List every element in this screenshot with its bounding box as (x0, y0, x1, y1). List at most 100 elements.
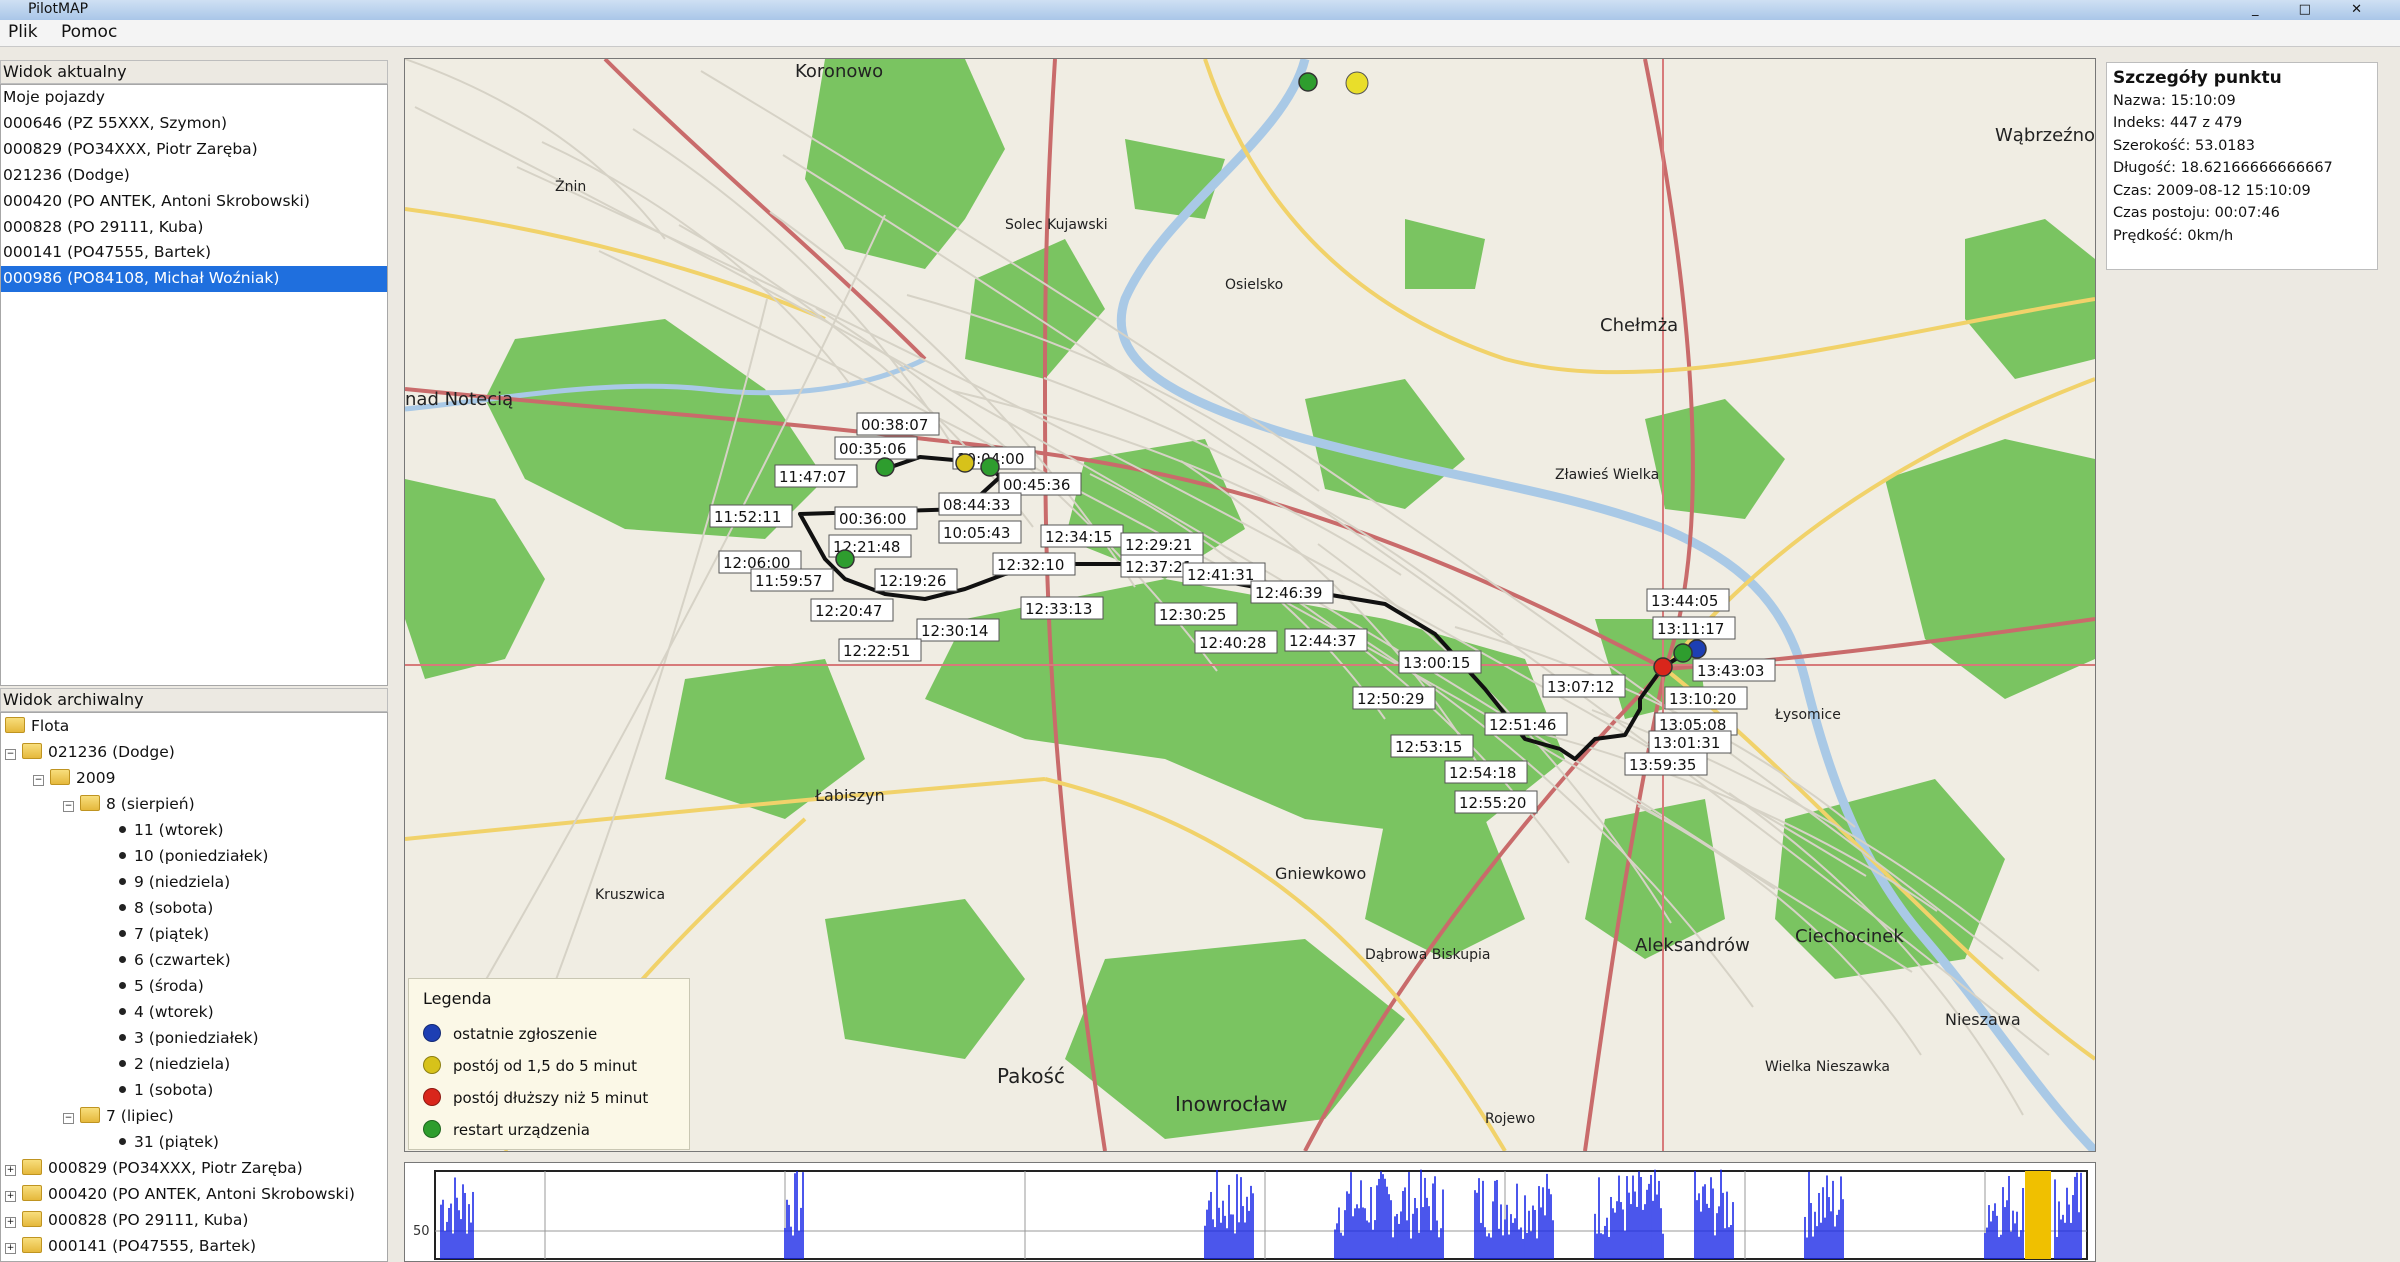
tree-day[interactable]: 1 (sobota) (1, 1077, 387, 1103)
track-time-label[interactable]: 13:07:12 (1542, 674, 1626, 698)
track-time-label[interactable]: 12:54:18 (1444, 760, 1528, 784)
point-details-title: Szczegóły punktu (2113, 68, 2282, 88)
tree-vehicle[interactable]: +000141 (PO47555, Bartek) (1, 1233, 387, 1259)
vehicle-item[interactable]: 000420 (PO ANTEK, Antoni Skrobowski) (1, 189, 387, 215)
track-time-label[interactable]: 13:01:31 (1648, 730, 1732, 754)
tree-day[interactable]: 2 (niedziela) (1, 1051, 387, 1077)
tree-month-aug[interactable]: − 8 (sierpień) (1, 791, 387, 817)
vehicle-item[interactable]: 000141 (PO47555, Bartek) (1, 240, 387, 266)
track-time-label[interactable]: 12:46:39 (1250, 580, 1334, 604)
time-label-text: 12:55:20 (1459, 794, 1526, 812)
archive-tree-panel: Flota − 021236 (Dodge) − 2009 − 8 (sierpień… (0, 712, 388, 1262)
time-label-text: 13:01:31 (1653, 734, 1720, 752)
track-time-label[interactable]: 12:44:37 (1284, 628, 1368, 652)
tree-year[interactable]: − 2009 (1, 765, 387, 791)
track-time-label[interactable]: 12:32:10 (992, 552, 1076, 576)
collapse-icon[interactable]: − (63, 801, 74, 812)
track-time-label[interactable]: 12:40:28 (1194, 630, 1278, 654)
tree-vehicle[interactable]: +000828 (PO 29111, Kuba) (1, 1207, 387, 1233)
track-time-label[interactable]: 12:19:26 (874, 568, 958, 592)
time-label-text: 00:35:06 (839, 440, 906, 458)
menu-file[interactable]: Plik (0, 20, 48, 42)
collapse-icon[interactable]: − (63, 1113, 74, 1124)
tree-month-jul[interactable]: − 7 (lipiec) (1, 1103, 387, 1129)
track-time-label[interactable]: 13:44:05 (1646, 588, 1730, 612)
track-point-marker[interactable] (1298, 72, 1318, 92)
track-time-label[interactable]: 12:29:21 (1120, 532, 1204, 556)
track-time-label[interactable]: 13:59:35 (1624, 752, 1708, 776)
track-time-label[interactable]: 12:51:46 (1484, 712, 1568, 736)
tree-day[interactable]: 3 (poniedziałek) (1, 1025, 387, 1051)
tree-day[interactable]: 9 (niedziela) (1, 869, 387, 895)
map-place-label: Pakość (997, 1064, 1065, 1088)
expand-icon[interactable]: + (5, 1243, 16, 1254)
track-time-label[interactable]: 00:38:07 (856, 412, 940, 436)
tree-day[interactable]: 5 (środa) (1, 973, 387, 999)
track-time-label[interactable]: 00:45:36 (998, 472, 1082, 496)
tree-day[interactable]: 7 (piątek) (1, 921, 387, 947)
track-point-marker[interactable] (1653, 657, 1673, 677)
track-time-label[interactable]: 12:20:47 (810, 598, 894, 622)
expand-icon[interactable]: + (5, 1191, 16, 1202)
vehicle-group[interactable]: Moje pojazdy (1, 85, 387, 111)
track-point-marker[interactable] (955, 453, 975, 473)
track-time-label[interactable]: 08:44:33 (938, 492, 1022, 516)
tree-day[interactable]: 4 (wtorek) (1, 999, 387, 1025)
vehicle-item[interactable]: 000986 (PO84108, Michał Woźniak) (1, 266, 387, 293)
track-time-label[interactable]: 13:00:15 (1398, 650, 1482, 674)
track-time-label[interactable]: 12:34:15 (1040, 524, 1124, 548)
track-time-label[interactable]: 13:43:03 (1692, 658, 1776, 682)
speed-graph[interactable]: 50 (404, 1162, 2096, 1262)
tree-vehicle[interactable]: − 021236 (Dodge) (1, 739, 387, 765)
track-time-label[interactable]: 12:50:29 (1352, 686, 1436, 710)
point-detail-row: Indeks: 447 z 479 (2113, 115, 2243, 131)
track-point-marker[interactable] (875, 457, 895, 477)
track-time-label[interactable]: 12:55:20 (1454, 790, 1538, 814)
vehicle-item[interactable]: 021236 (Dodge) (1, 163, 387, 189)
collapse-icon[interactable]: − (33, 775, 44, 786)
tree-day[interactable]: 8 (sobota) (1, 895, 387, 921)
tree-vehicle-label: 000420 (PO ANTEK, Antoni Skrobowski) (48, 1185, 355, 1203)
window-controls[interactable]: _ □ ✕ (2252, 2, 2380, 17)
track-time-label[interactable]: 11:59:57 (750, 568, 834, 592)
day-bullet-icon (119, 904, 126, 911)
vehicle-item[interactable]: 000646 (PZ 55XXX, Szymon) (1, 111, 387, 137)
track-time-label[interactable]: 00:36:00 (834, 506, 918, 530)
track-point-marker[interactable] (835, 549, 855, 569)
track-time-label[interactable]: 12:30:25 (1154, 602, 1238, 626)
tree-day[interactable]: 31 (piątek) (1, 1129, 387, 1155)
tree-vehicle[interactable]: +000420 (PO ANTEK, Antoni Skrobowski) (1, 1181, 387, 1207)
vehicle-item[interactable]: 000829 (PO34XXX, Piotr Zaręba) (1, 137, 387, 163)
time-label-text: 12:30:14 (921, 622, 988, 640)
day-bullet-icon (119, 1034, 126, 1041)
track-time-label[interactable]: 12:33:13 (1020, 596, 1104, 620)
tree-day[interactable]: 11 (wtorek) (1, 817, 387, 843)
vehicle-item[interactable]: 000828 (PO 29111, Kuba) (1, 215, 387, 241)
track-time-label[interactable]: 10:05:43 (938, 520, 1022, 544)
track-point-marker[interactable] (1673, 643, 1693, 663)
time-label-text: 12:54:18 (1449, 764, 1516, 782)
tree-day[interactable]: 6 (czwartek) (1, 947, 387, 973)
tree-day-label: 10 (poniedziałek) (134, 847, 269, 865)
track-time-label[interactable]: 12:30:14 (916, 618, 1000, 642)
track-time-label[interactable]: 11:47:07 (774, 464, 858, 488)
speed-graph-canvas[interactable]: 50 (405, 1163, 2095, 1261)
tree-day[interactable]: 10 (poniedziałek) (1, 843, 387, 869)
track-time-label[interactable]: 12:22:51 (838, 638, 922, 662)
expand-icon[interactable]: + (5, 1217, 16, 1228)
map-tool-icon[interactable] (1345, 71, 1369, 95)
menu-help[interactable]: Pomoc (53, 20, 127, 42)
tree-vehicle[interactable]: +000829 (PO34XXX, Piotr Zaręba) (1, 1155, 387, 1181)
tree-year-label: 2009 (76, 769, 116, 787)
collapse-icon[interactable]: − (5, 749, 16, 760)
track-time-label[interactable]: 13:10:20 (1664, 686, 1748, 710)
tree-day-label: 8 (sobota) (134, 899, 214, 917)
track-time-label[interactable]: 12:53:15 (1390, 734, 1474, 758)
track-time-label[interactable]: 11:52:11 (709, 504, 793, 528)
track-point-marker[interactable] (980, 457, 1000, 477)
track-time-label[interactable]: 00:35:06 (834, 436, 918, 460)
tree-root[interactable]: Flota (1, 713, 387, 739)
expand-icon[interactable]: + (5, 1165, 16, 1176)
tree-day-label: 6 (czwartek) (134, 951, 231, 969)
track-time-label[interactable]: 13:11:17 (1652, 616, 1736, 640)
